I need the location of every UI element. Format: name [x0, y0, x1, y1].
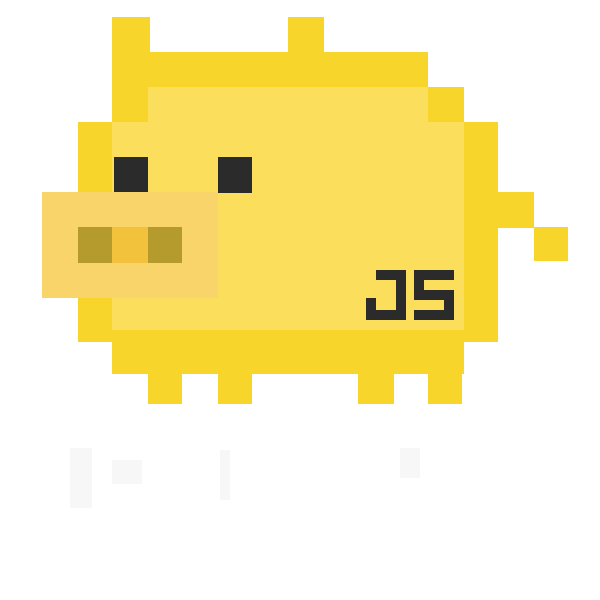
right-eye [218, 157, 252, 193]
snout-center [112, 227, 148, 263]
pixel-pig-logo [42, 17, 568, 508]
right-nostril [148, 227, 182, 263]
left-nostril [78, 227, 112, 263]
faint-background-marks [70, 448, 420, 508]
logo-stage [0, 0, 600, 600]
left-eye [114, 157, 148, 193]
